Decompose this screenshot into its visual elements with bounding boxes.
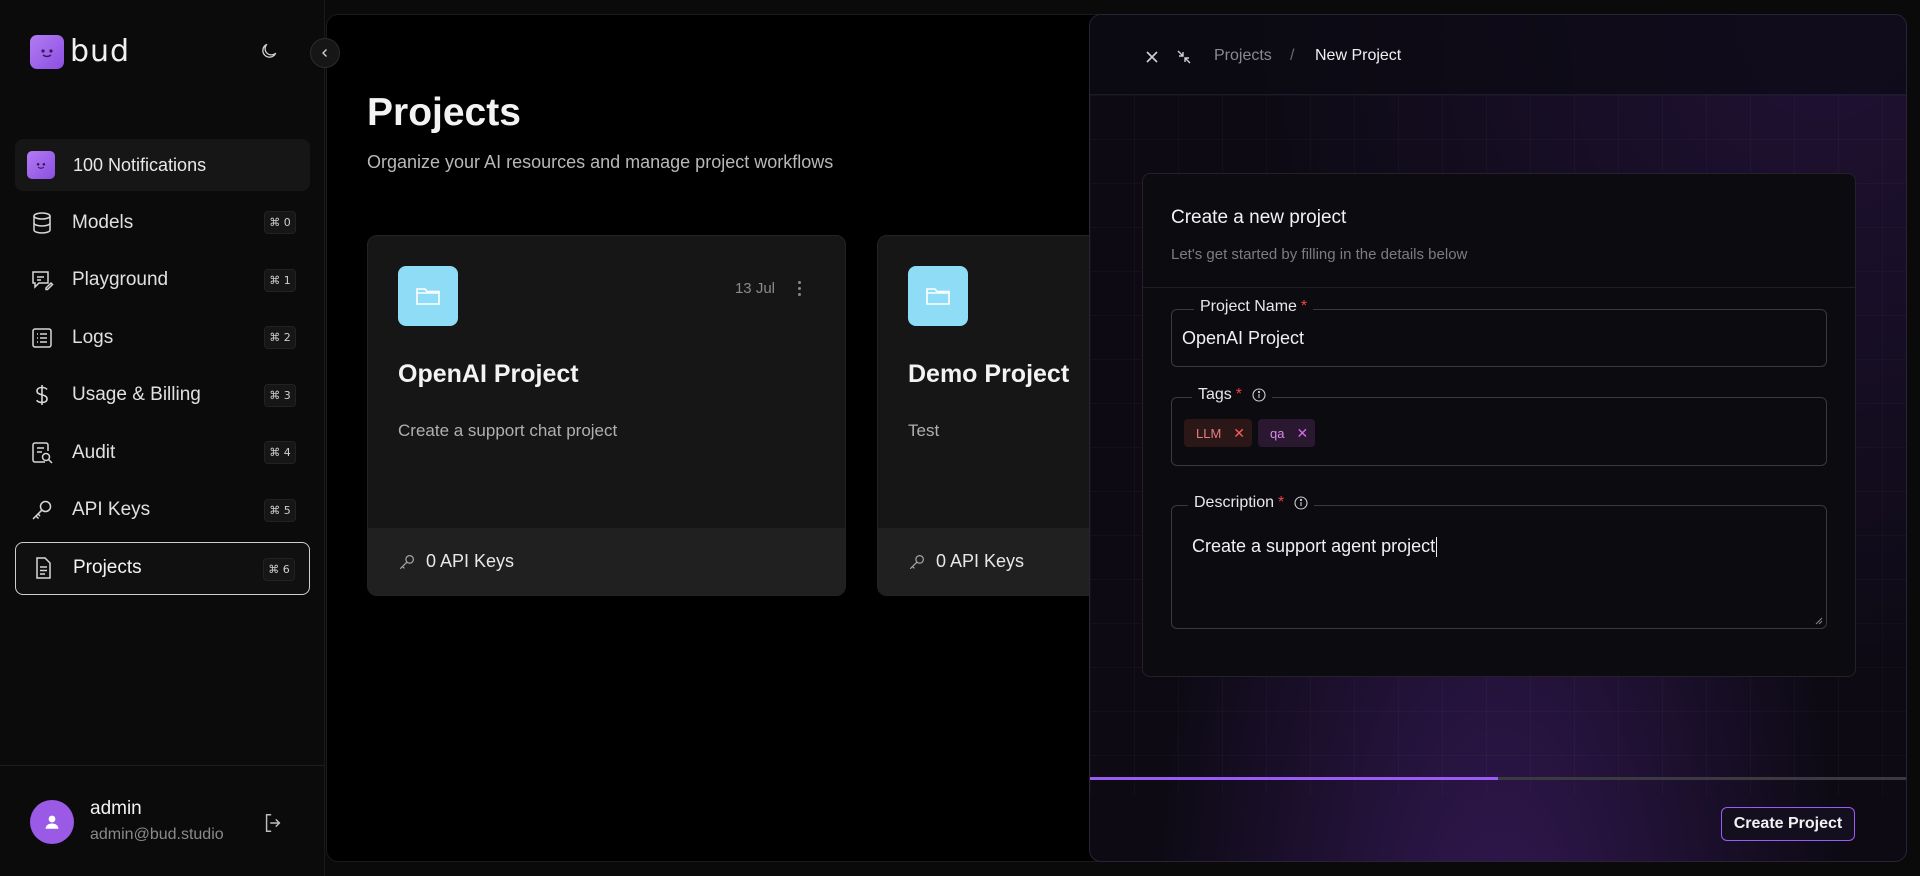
sidebar-item-label: Playground xyxy=(72,269,169,291)
breadcrumb-projects[interactable]: Projects xyxy=(1214,47,1272,65)
tag-list: LLM ✕ qa ✕ xyxy=(1184,419,1316,447)
api-keys-count: 0 API Keys xyxy=(426,551,515,571)
tag-chip: qa ✕ xyxy=(1258,419,1316,447)
project-name-input[interactable]: OpenAI Project xyxy=(1182,328,1304,349)
info-icon[interactable] xyxy=(1294,496,1308,510)
folder-icon xyxy=(398,266,458,326)
project-title: OpenAI Project xyxy=(398,360,579,388)
breadcrumb-separator: / xyxy=(1290,47,1295,64)
dollar-icon xyxy=(29,382,55,408)
database-icon xyxy=(29,210,55,236)
sidebar-item-label: Projects xyxy=(73,557,142,579)
sidebar-item-label: Models xyxy=(72,211,134,233)
project-name-label: Project Name * xyxy=(1194,298,1314,316)
minimize-icon[interactable] xyxy=(1174,47,1194,67)
description-field[interactable]: Description * Create a support agent pro… xyxy=(1171,494,1827,629)
remove-tag-icon[interactable]: ✕ xyxy=(1233,425,1245,442)
bud-face-icon xyxy=(27,151,55,179)
tags-field[interactable]: Tags * LLM ✕ qa ✕ xyxy=(1171,386,1827,466)
project-description: Create a support chat project xyxy=(398,421,618,440)
description-label: Description * xyxy=(1188,494,1315,512)
logo: bud xyxy=(30,34,130,69)
project-card-footer: 0 API Keys xyxy=(368,528,845,595)
form-title: Create a new project xyxy=(1171,207,1347,228)
shortcut-badge: ⌘ 3 xyxy=(264,383,296,407)
user-panel: admin admin@bud.studio xyxy=(0,765,325,876)
sidebar-item-label: Logs xyxy=(72,326,114,348)
logout-icon[interactable] xyxy=(260,810,286,836)
sidebar-item-label: Audit xyxy=(72,441,116,463)
shortcut-badge: ⌘ 4 xyxy=(264,441,296,465)
close-icon[interactable] xyxy=(1142,47,1162,67)
user-name: admin xyxy=(90,798,142,819)
sidebar-item-logs[interactable]: Logs ⌘ 2 xyxy=(15,311,310,364)
shortcut-badge: ⌘ 5 xyxy=(264,498,296,522)
sidebar-item-projects[interactable]: Projects ⌘ 6 xyxy=(15,541,310,595)
audit-icon xyxy=(29,440,55,466)
sidebar-item-usage-billing[interactable]: Usage & Billing ⌘ 3 xyxy=(15,369,310,422)
collapse-sidebar-button[interactable] xyxy=(310,38,340,68)
project-date: 13 Jul xyxy=(734,280,775,297)
remove-tag-icon[interactable]: ✕ xyxy=(1297,425,1309,442)
user-icon xyxy=(45,815,59,829)
logo-text: bud xyxy=(70,34,131,69)
moon-icon[interactable] xyxy=(256,38,282,64)
folder-icon xyxy=(908,266,968,326)
chevron-left-icon xyxy=(322,49,327,57)
drawer-footer: Create Project xyxy=(1090,780,1906,861)
breadcrumb-current: New Project xyxy=(1315,47,1402,64)
sidebar-nav: 100 Notifications Models ⌘ 0 Playground … xyxy=(15,139,310,599)
project-card[interactable]: 13 Jul OpenAI Project Create a support c… xyxy=(367,235,846,596)
chat-edit-icon xyxy=(29,267,55,293)
required-mark: * xyxy=(1300,298,1308,315)
shortcut-badge: ⌘ 6 xyxy=(263,557,295,581)
user-email: admin@bud.studio xyxy=(90,826,224,843)
sidebar-item-label: Usage & Billing xyxy=(72,384,201,406)
resize-handle-icon[interactable] xyxy=(1813,615,1823,625)
notifications-item[interactable]: 100 Notifications xyxy=(15,139,310,191)
key-icon xyxy=(399,554,414,569)
tags-label: Tags * xyxy=(1192,386,1273,404)
page-subtitle: Organize your AI resources and manage pr… xyxy=(367,152,834,172)
new-project-form: Create a new project Let's get started b… xyxy=(1142,173,1856,677)
create-project-button[interactable]: Create Project xyxy=(1721,807,1855,841)
app-root: bud 100 Notifications Models ⌘ 0 Playgro… xyxy=(0,0,1920,876)
project-title: Demo Project xyxy=(908,360,1070,388)
description-textarea[interactable]: Create a support agent project xyxy=(1192,536,1438,558)
sidebar: bud 100 Notifications Models ⌘ 0 Playgro… xyxy=(0,0,340,876)
key-icon xyxy=(29,497,55,523)
form-header: Create a new project Let's get started b… xyxy=(1143,174,1855,288)
drawer-header: Projects / New Project xyxy=(1090,15,1906,95)
list-icon xyxy=(29,325,55,351)
text-caret xyxy=(1436,537,1438,558)
page-title: Projects xyxy=(367,91,521,134)
document-icon xyxy=(30,555,56,581)
shortcut-badge: ⌘ 2 xyxy=(264,326,296,350)
sidebar-item-audit[interactable]: Audit ⌘ 4 xyxy=(15,426,310,479)
info-icon[interactable] xyxy=(1252,388,1266,402)
required-mark: * xyxy=(1235,386,1243,403)
sidebar-item-models[interactable]: Models ⌘ 0 xyxy=(15,196,310,249)
shortcut-badge: ⌘ 1 xyxy=(264,268,296,292)
tag-chip: LLM ✕ xyxy=(1184,419,1253,447)
api-keys-count: 0 API Keys xyxy=(936,551,1025,571)
sidebar-item-label: API Keys xyxy=(72,499,151,521)
tag-label: qa xyxy=(1270,425,1285,441)
avatar[interactable] xyxy=(30,800,74,844)
project-description: Test xyxy=(908,421,940,440)
form-subtitle: Let's get started by filling in the deta… xyxy=(1171,246,1468,263)
more-options-icon[interactable] xyxy=(793,276,805,300)
notifications-label: 100 Notifications xyxy=(73,154,207,175)
project-name-field[interactable]: Project Name * OpenAI Project xyxy=(1171,298,1827,367)
tag-label: LLM xyxy=(1196,425,1222,441)
new-project-drawer: Projects / New Project Create a new proj… xyxy=(1089,14,1907,862)
key-icon xyxy=(909,554,924,569)
sidebar-item-playground[interactable]: Playground ⌘ 1 xyxy=(15,254,310,307)
shortcut-badge: ⌘ 0 xyxy=(264,211,296,234)
required-mark: * xyxy=(1278,494,1285,511)
sidebar-item-api-keys[interactable]: API Keys ⌘ 5 xyxy=(15,484,310,537)
bud-logo-icon xyxy=(30,34,64,69)
